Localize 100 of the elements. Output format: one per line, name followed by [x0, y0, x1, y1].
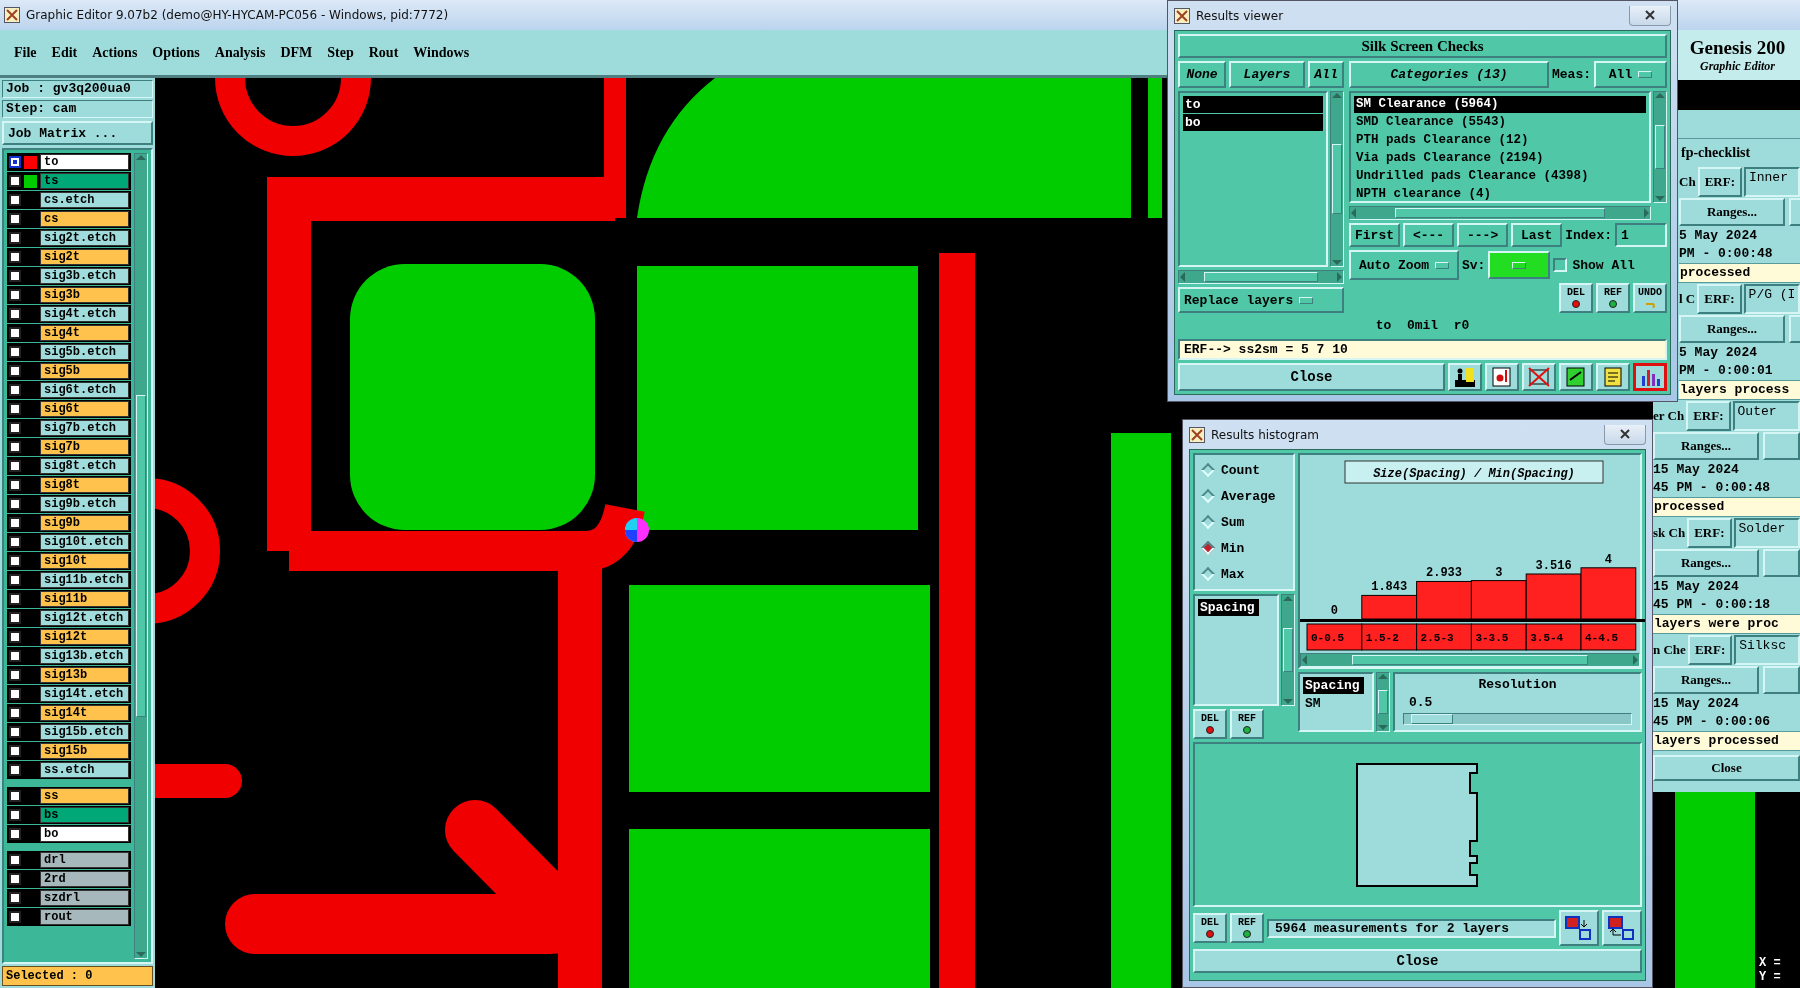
layer-checkbox[interactable]	[9, 574, 21, 586]
show-all-checkbox[interactable]: Show All	[1553, 257, 1635, 273]
nav-button[interactable]: First	[1349, 223, 1401, 247]
menu-item[interactable]: Edit	[51, 44, 78, 61]
layer-checkbox[interactable]	[9, 669, 21, 681]
layer-checkbox[interactable]	[9, 726, 21, 738]
ranges-button[interactable]: Ranges...	[1653, 666, 1759, 694]
nav-button[interactable]: <---	[1403, 223, 1455, 247]
layer-checkbox[interactable]	[9, 403, 21, 415]
layer-label[interactable]: sig2t	[40, 249, 129, 265]
scrollbar[interactable]	[1178, 270, 1344, 284]
erf-field[interactable]: Inner	[1743, 166, 1800, 197]
list-item[interactable]: Spacing	[1303, 677, 1364, 694]
layers-button[interactable]: Layers	[1229, 61, 1305, 88]
close-button[interactable]: Close	[1193, 949, 1642, 973]
layer-checkbox[interactable]	[9, 854, 21, 866]
layer-label[interactable]: ts	[40, 173, 129, 189]
layer-label[interactable]: ss	[40, 788, 129, 804]
list-item[interactable]: Via pads Clearance (2194)	[1354, 150, 1646, 167]
layer-checkbox[interactable]	[9, 213, 21, 225]
action-button[interactable]: DEL	[1193, 709, 1227, 739]
layer-label[interactable]: bs	[40, 807, 129, 823]
scrollbar[interactable]	[1330, 91, 1344, 267]
scrollbar[interactable]	[1281, 594, 1295, 706]
layer-checkbox[interactable]	[9, 156, 21, 168]
scrollbar[interactable]	[1376, 672, 1390, 732]
layer-checkbox[interactable]	[9, 441, 21, 453]
replace-dropdown[interactable]: Replace layers	[1178, 287, 1344, 313]
layer-label[interactable]: sig8t	[40, 477, 129, 493]
list-item[interactable]: Spacing	[1198, 599, 1259, 616]
layer-label[interactable]: sig14t	[40, 705, 129, 721]
layer-checkbox[interactable]	[9, 289, 21, 301]
scrollbar[interactable]	[1653, 91, 1667, 203]
ranges-button[interactable]: Ranges...	[1679, 315, 1785, 343]
action-button[interactable]: DEL	[1193, 913, 1227, 943]
action-button[interactable]: REF	[1230, 709, 1264, 739]
option-button[interactable]	[1789, 315, 1800, 343]
option-button[interactable]	[1763, 432, 1800, 460]
layer-checkbox[interactable]	[9, 612, 21, 624]
layer-label[interactable]: to	[40, 154, 129, 170]
layer-label[interactable]: bo	[40, 826, 129, 842]
action-button[interactable]: UNDO	[1633, 283, 1667, 313]
sv-dropdown[interactable]	[1488, 251, 1551, 279]
layer-checkbox[interactable]	[9, 460, 21, 472]
layer-checkbox[interactable]	[9, 194, 21, 206]
erf-field[interactable]: Outer	[1732, 400, 1800, 431]
erf-button[interactable]: ERF:	[1686, 400, 1731, 431]
layer-label[interactable]: cs.etch	[40, 192, 129, 208]
layer-label[interactable]: sig11b.etch	[40, 572, 129, 588]
list-item[interactable]: to	[1183, 96, 1323, 113]
close-button[interactable]	[1604, 424, 1646, 445]
layer-label[interactable]: sig11b	[40, 591, 129, 607]
menu-item[interactable]: Step	[327, 44, 354, 61]
ranges-button[interactable]: Ranges...	[1653, 432, 1759, 460]
radio-option[interactable]: Sum	[1195, 509, 1293, 535]
radio-option[interactable]: Min	[1195, 535, 1293, 561]
layer-checkbox[interactable]	[9, 790, 21, 802]
layer-checkbox[interactable]	[9, 809, 21, 821]
erf-button[interactable]: ERF:	[1697, 166, 1742, 197]
layer-checkbox[interactable]	[9, 764, 21, 776]
layer-checkbox[interactable]	[9, 384, 21, 396]
layer-checkbox[interactable]	[9, 422, 21, 434]
radio-option[interactable]: Max	[1195, 561, 1293, 587]
option-button[interactable]	[1789, 198, 1800, 226]
erf-field[interactable]: Solder	[1733, 517, 1800, 548]
radio-option[interactable]: Average	[1195, 483, 1293, 509]
layer-checkbox[interactable]	[9, 555, 21, 567]
toolbar-button[interactable]	[1559, 910, 1599, 946]
layer-label[interactable]: sig3b	[40, 287, 129, 303]
layer-label[interactable]: sig6t.etch	[40, 382, 129, 398]
layer-label[interactable]: 2rd	[40, 871, 129, 887]
erf-button[interactable]: ERF:	[1687, 634, 1733, 665]
index-field[interactable]: 1	[1615, 223, 1667, 247]
zoom-dropdown[interactable]: Auto Zoom	[1349, 250, 1459, 280]
list-item[interactable]: NPTH clearance (4)	[1354, 186, 1646, 201]
ranges-button[interactable]: Ranges...	[1679, 198, 1785, 226]
layer-checkbox[interactable]	[9, 745, 21, 757]
layer-label[interactable]: sig8t.etch	[40, 458, 129, 474]
layer-checkbox[interactable]	[9, 479, 21, 491]
layer-label[interactable]: sig15b	[40, 743, 129, 759]
layer-label[interactable]: sig5b	[40, 363, 129, 379]
layer-checkbox[interactable]	[9, 828, 21, 840]
erf-field[interactable]: P/G (I	[1743, 283, 1800, 314]
layer-label[interactable]: drl	[40, 852, 129, 868]
action-button[interactable]: REF	[1596, 283, 1630, 313]
scrollbar[interactable]	[1349, 206, 1651, 220]
erf-button[interactable]: ERF:	[1687, 517, 1732, 548]
layer-checkbox[interactable]	[9, 536, 21, 548]
nav-button[interactable]: --->	[1457, 223, 1509, 247]
close-button[interactable]: Close	[1178, 363, 1445, 391]
layer-label[interactable]: sig10t	[40, 553, 129, 569]
layer-checkbox[interactable]	[9, 688, 21, 700]
list-item[interactable]: Undrilled pads Clearance (4398)	[1354, 168, 1646, 185]
nav-button[interactable]: Last	[1511, 223, 1563, 247]
layer-checkbox[interactable]	[9, 251, 21, 263]
menu-item[interactable]: Analysis	[214, 44, 266, 61]
layer-checkbox[interactable]	[9, 365, 21, 377]
layer-label[interactable]: sig2t.etch	[40, 230, 129, 246]
layer-label[interactable]: sig9b.etch	[40, 496, 129, 512]
option-button[interactable]	[1763, 549, 1800, 577]
